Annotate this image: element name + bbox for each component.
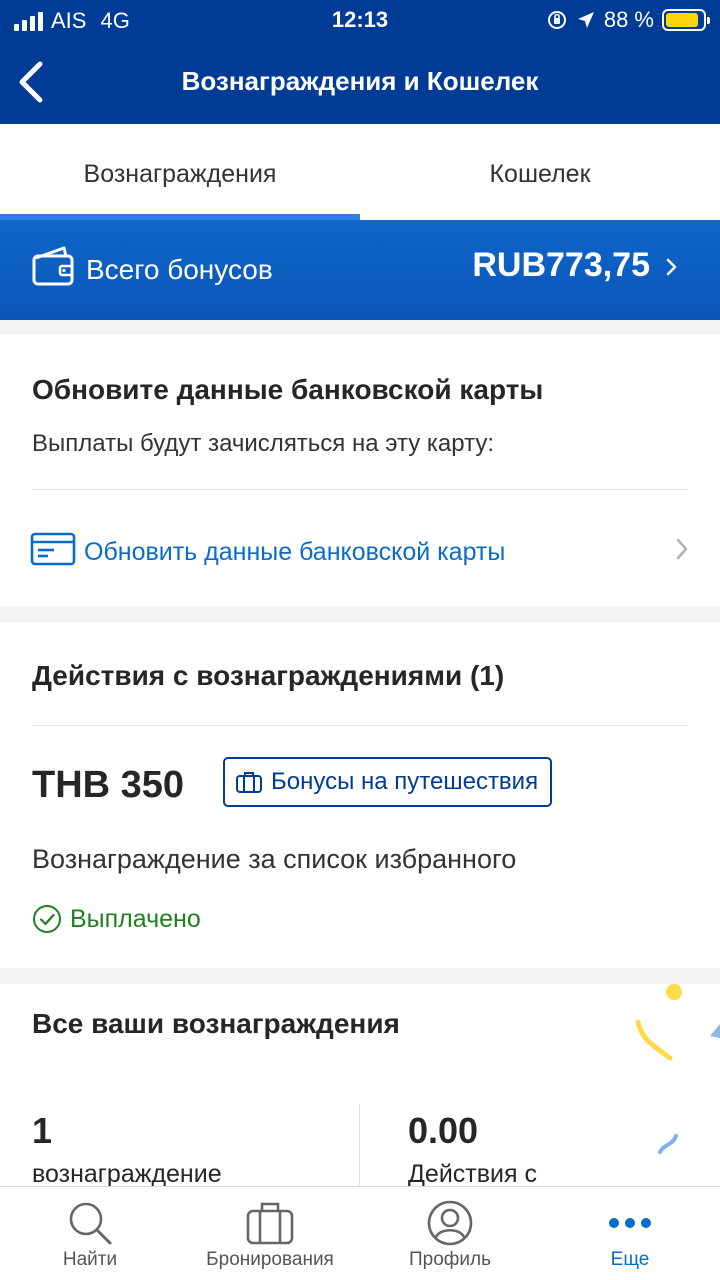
suitcase-icon xyxy=(246,1202,294,1245)
actions-value: 0.00 xyxy=(408,1110,479,1151)
all-rewards-section: Все ваши вознаграждения 1 вознаграждение… xyxy=(0,984,720,1194)
bank-card-subtitle: Выплаты будут зачисляться на эту карту: xyxy=(32,430,495,457)
rewards-count-value: 1 xyxy=(32,1110,53,1151)
tabbar-label-profile: Профиль xyxy=(408,1249,492,1270)
reward-actions-section: Действия с вознаграждениями (1) THB 350 … xyxy=(0,622,720,968)
tab-rewards[interactable]: Вознаграждения xyxy=(0,124,360,220)
chevron-right-icon xyxy=(676,538,688,560)
divider xyxy=(32,489,688,490)
profile-icon xyxy=(427,1200,473,1246)
page-title: Вознаграждения и Кошелек xyxy=(181,66,539,96)
travel-bonus-tag: Бонусы на путешествия xyxy=(223,757,553,807)
tabbar-item-more[interactable]: Еще xyxy=(540,1187,720,1280)
divider xyxy=(32,725,688,726)
bottom-tab-bar: Найти Бронирования Профиль Еще xyxy=(0,1186,720,1280)
bank-card-section: Обновите данные банковской карты Выплаты… xyxy=(0,334,720,606)
reward-amount: THB 350 xyxy=(32,764,185,806)
tabbar-item-search[interactable]: Найти xyxy=(0,1187,180,1280)
bank-card-title: Обновите данные банковской карты xyxy=(32,374,544,405)
reward-description: Вознаграждение за список избранного xyxy=(32,844,517,874)
suitcase-icon xyxy=(236,772,262,793)
search-icon xyxy=(69,1202,112,1245)
confetti-decoration xyxy=(635,984,720,1154)
all-rewards-title: Все ваши вознаграждения xyxy=(32,1008,400,1039)
reward-status-label: Выплачено xyxy=(70,904,201,933)
tabbar-label-more: Еще xyxy=(610,1249,650,1270)
rewards-count-label: вознаграждение xyxy=(32,1160,222,1188)
reward-status: Выплачено xyxy=(32,904,201,934)
tab-wallet[interactable]: Кошелек xyxy=(360,124,720,220)
more-icon xyxy=(609,1218,651,1228)
total-bonus-label: Всего бонусов xyxy=(86,254,273,285)
location-arrow-icon xyxy=(577,12,594,28)
tabbar-item-bookings[interactable]: Бронирования xyxy=(180,1187,360,1280)
chevron-right-icon xyxy=(666,258,677,276)
orientation-lock-icon xyxy=(547,11,566,29)
wallet-icon xyxy=(32,246,74,286)
update-bank-card-label: Обновить данные банковской карты xyxy=(84,538,506,566)
update-bank-card-link[interactable]: Обновить данные банковской карты xyxy=(30,530,690,574)
status-bar: AIS 4G 12:13 88 % xyxy=(0,0,720,40)
credit-card-icon xyxy=(30,532,76,566)
actions-label: Действия с xyxy=(408,1160,537,1188)
tabbar-label-search: Найти xyxy=(62,1249,118,1270)
divider xyxy=(359,1104,360,1194)
reward-actions-title: Действия с вознаграждениями (1) xyxy=(32,660,505,691)
check-circle-icon xyxy=(33,905,61,933)
navigation-bar: Вознаграждения и Кошелек xyxy=(0,40,720,124)
battery-icon xyxy=(662,9,710,31)
battery-percent: 88 % xyxy=(603,7,654,32)
tabbar-item-profile[interactable]: Профиль xyxy=(360,1187,540,1280)
total-bonus-banner[interactable]: Всего бонусов RUB773,75 xyxy=(0,220,720,320)
travel-bonus-label: Бонусы на путешествия xyxy=(271,768,539,795)
segment-tabs: Вознаграждения Кошелек xyxy=(0,124,720,220)
total-bonus-value: RUB773,75 xyxy=(472,246,650,284)
tabbar-label-bookings: Бронирования xyxy=(206,1249,334,1270)
